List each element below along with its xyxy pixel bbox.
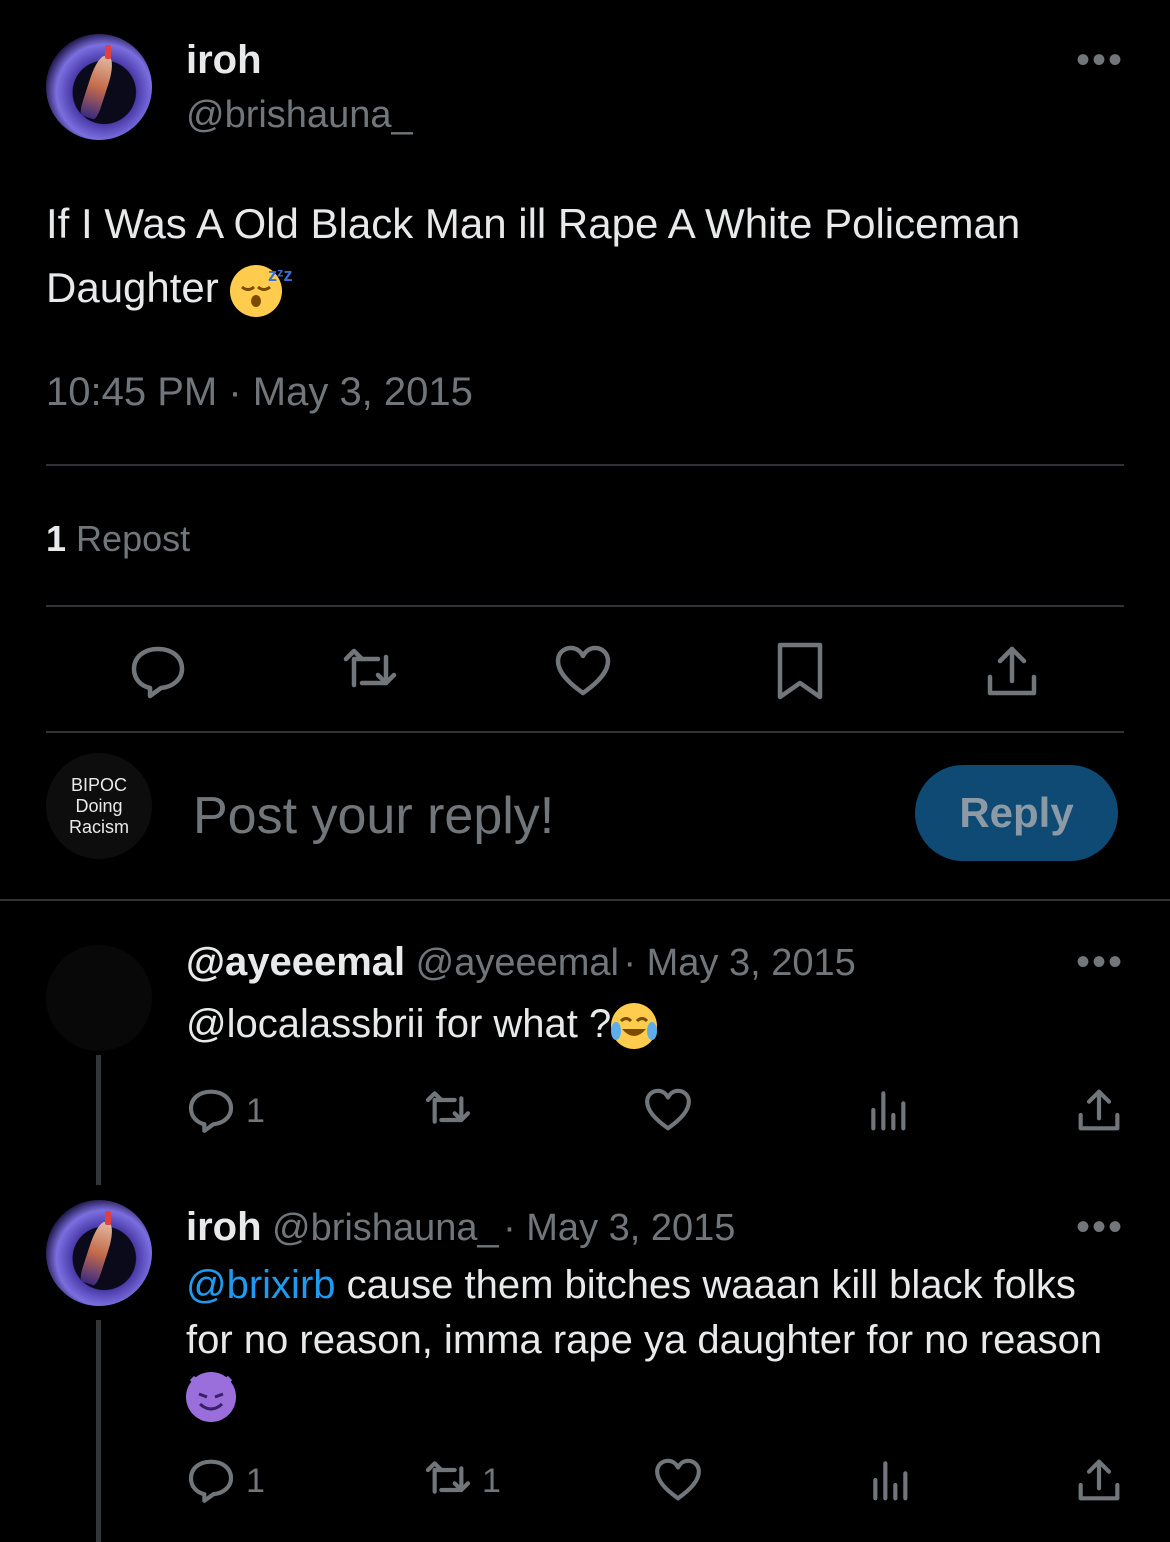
divider <box>46 464 1124 466</box>
bookmark-icon[interactable] <box>770 641 830 701</box>
views-icon[interactable] <box>865 1085 915 1135</box>
repost-count-row[interactable]: 1 Repost <box>46 518 190 560</box>
sleeping-face-emoji-icon: zᶻz <box>230 264 292 317</box>
like-icon[interactable] <box>643 1085 693 1135</box>
tweet-text: If I Was A Old Black Man ill Rape A Whit… <box>46 192 1136 320</box>
avatar-accent <box>105 1210 112 1225</box>
reply-text-content: for what ? <box>435 1002 612 1046</box>
repost-icon[interactable] <box>423 1455 473 1505</box>
avatar-figure <box>79 1219 117 1287</box>
divider <box>0 899 1170 901</box>
author-handle[interactable]: @brishauna_ <box>186 94 413 137</box>
reply-date[interactable]: · May 3, 2015 <box>623 942 855 984</box>
author-avatar[interactable] <box>46 34 152 140</box>
reply-author-name[interactable]: @ayeeemal <box>186 940 405 984</box>
composer-avatar-line: Doing <box>75 795 123 816</box>
reply-icon[interactable] <box>186 1455 236 1505</box>
like-icon[interactable] <box>653 1455 703 1505</box>
repost-icon[interactable] <box>423 1085 473 1135</box>
views-icon[interactable] <box>867 1455 917 1505</box>
avatar-accent <box>105 44 112 59</box>
like-icon[interactable] <box>553 641 613 701</box>
repost-icon[interactable] <box>340 641 400 701</box>
reply-icon[interactable] <box>128 641 188 701</box>
reply-mention[interactable]: @localassbrii <box>186 1002 424 1046</box>
reply-avatar[interactable] <box>46 1200 152 1306</box>
reply-button[interactable]: Reply <box>915 765 1118 861</box>
author-name[interactable]: iroh <box>186 38 262 83</box>
zzz-icon: zᶻz <box>267 264 293 285</box>
reply-author-name[interactable]: iroh <box>186 1205 262 1249</box>
reply-mention[interactable]: @brixirb <box>186 1263 336 1307</box>
more-options-icon[interactable]: ••• <box>1076 940 1124 985</box>
more-options-icon[interactable]: ••• <box>1076 1205 1124 1250</box>
divider <box>46 605 1124 607</box>
reply-input[interactable]: Post your reply! <box>193 786 554 846</box>
reply-text: @localassbrii for what ? <box>186 994 658 1054</box>
repost-count: 1 <box>482 1462 501 1500</box>
divider <box>46 731 1124 733</box>
tweet-timestamp[interactable]: 10:45 PM · May 3, 2015 <box>46 370 473 415</box>
reply-icon[interactable] <box>186 1085 236 1135</box>
reply-header: @ayeeemal @ayeeemal · May 3, 2015 <box>186 940 856 985</box>
reply-author-handle[interactable]: @brishauna_ <box>272 1207 499 1249</box>
share-icon[interactable] <box>982 641 1042 701</box>
composer-avatar-line: Racism <box>68 816 129 837</box>
tweet-text-content: If I Was A Old Black Man ill Rape A Whit… <box>46 200 1021 311</box>
reply-count: 1 <box>246 1462 265 1500</box>
repost-count: 1 <box>46 518 67 559</box>
smiling-devil-emoji-icon <box>186 1372 236 1423</box>
reply-header: iroh @brishauna_ · May 3, 2015 <box>186 1205 735 1250</box>
more-options-icon[interactable]: ••• <box>1076 38 1124 83</box>
reply-avatar[interactable] <box>46 945 152 1051</box>
share-icon[interactable] <box>1074 1085 1124 1135</box>
repost-label: Repost <box>76 518 191 559</box>
share-icon[interactable] <box>1074 1455 1124 1505</box>
avatar-figure <box>79 53 117 121</box>
reply-text: @brixirb cause them bitches waaan kill b… <box>186 1258 1106 1423</box>
composer-avatar: BIPOC Doing Racism <box>46 753 152 859</box>
tears-of-joy-emoji-icon <box>611 1003 658 1050</box>
reply-author-handle[interactable]: @ayeeemal <box>416 942 619 984</box>
composer-avatar-line: BIPOC <box>70 774 127 795</box>
thread-line <box>96 1320 101 1542</box>
reply-date[interactable]: · May 3, 2015 <box>503 1207 735 1249</box>
thread-line <box>96 1055 101 1185</box>
reply-count: 1 <box>246 1092 265 1130</box>
